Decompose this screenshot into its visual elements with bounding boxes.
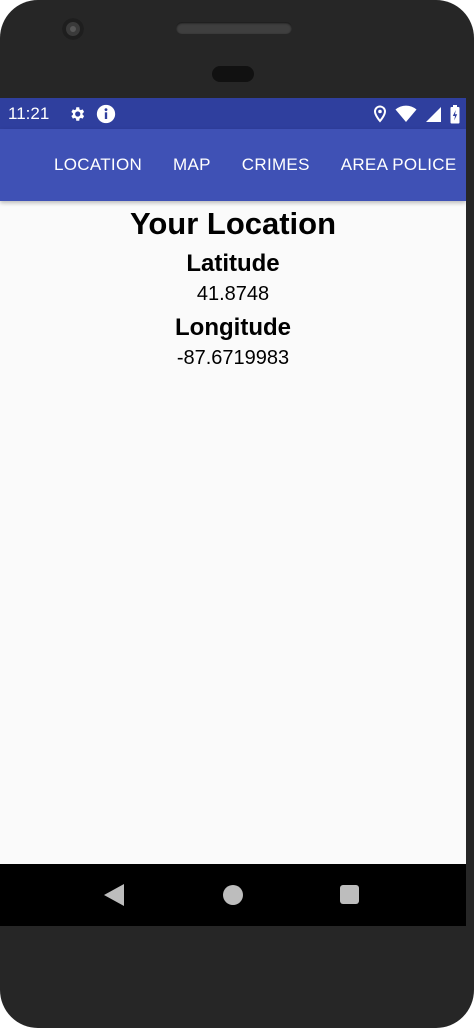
screen: 11:21 LOCATION MAP CRIMES AREA POLICE Yo… [0,98,466,926]
front-camera [62,18,84,40]
page-title: Your Location [129,206,337,241]
cell-signal-icon [425,106,442,123]
home-icon[interactable] [223,885,243,905]
proximity-sensor [212,66,254,82]
tab-crimes[interactable]: CRIMES [230,129,322,201]
tab-location[interactable]: LOCATION [42,129,154,201]
latitude-value: 41.8748 [196,283,270,305]
tab-map[interactable]: MAP [161,129,223,201]
status-system-icons [373,104,460,124]
gear-icon [68,105,86,123]
battery-icon [450,104,460,124]
status-bar: 11:21 [0,98,466,129]
longitude-label: Longitude [175,314,291,341]
back-icon[interactable] [104,884,124,906]
tab-area-police[interactable]: AREA POLICE [329,129,466,201]
longitude-value: -87.6719983 [176,347,290,369]
status-notification-icons [68,104,116,124]
location-panel: Your Location Latitude 41.8748 Longitude… [0,201,466,372]
status-time: 11:21 [8,104,50,123]
screen-edge [466,98,474,926]
tab-bar: LOCATION MAP CRIMES AREA POLICE [42,129,466,201]
recents-icon[interactable] [340,885,359,904]
latitude-label: Latitude [186,250,280,277]
navigation-bar [0,864,466,926]
earpiece-speaker [176,22,292,34]
app-bar: LOCATION MAP CRIMES AREA POLICE [0,129,466,201]
wifi-icon [395,105,417,123]
info-icon [96,104,116,124]
location-pin-icon [373,105,387,123]
device-frame: 11:21 LOCATION MAP CRIMES AREA POLICE Yo… [0,0,474,1028]
